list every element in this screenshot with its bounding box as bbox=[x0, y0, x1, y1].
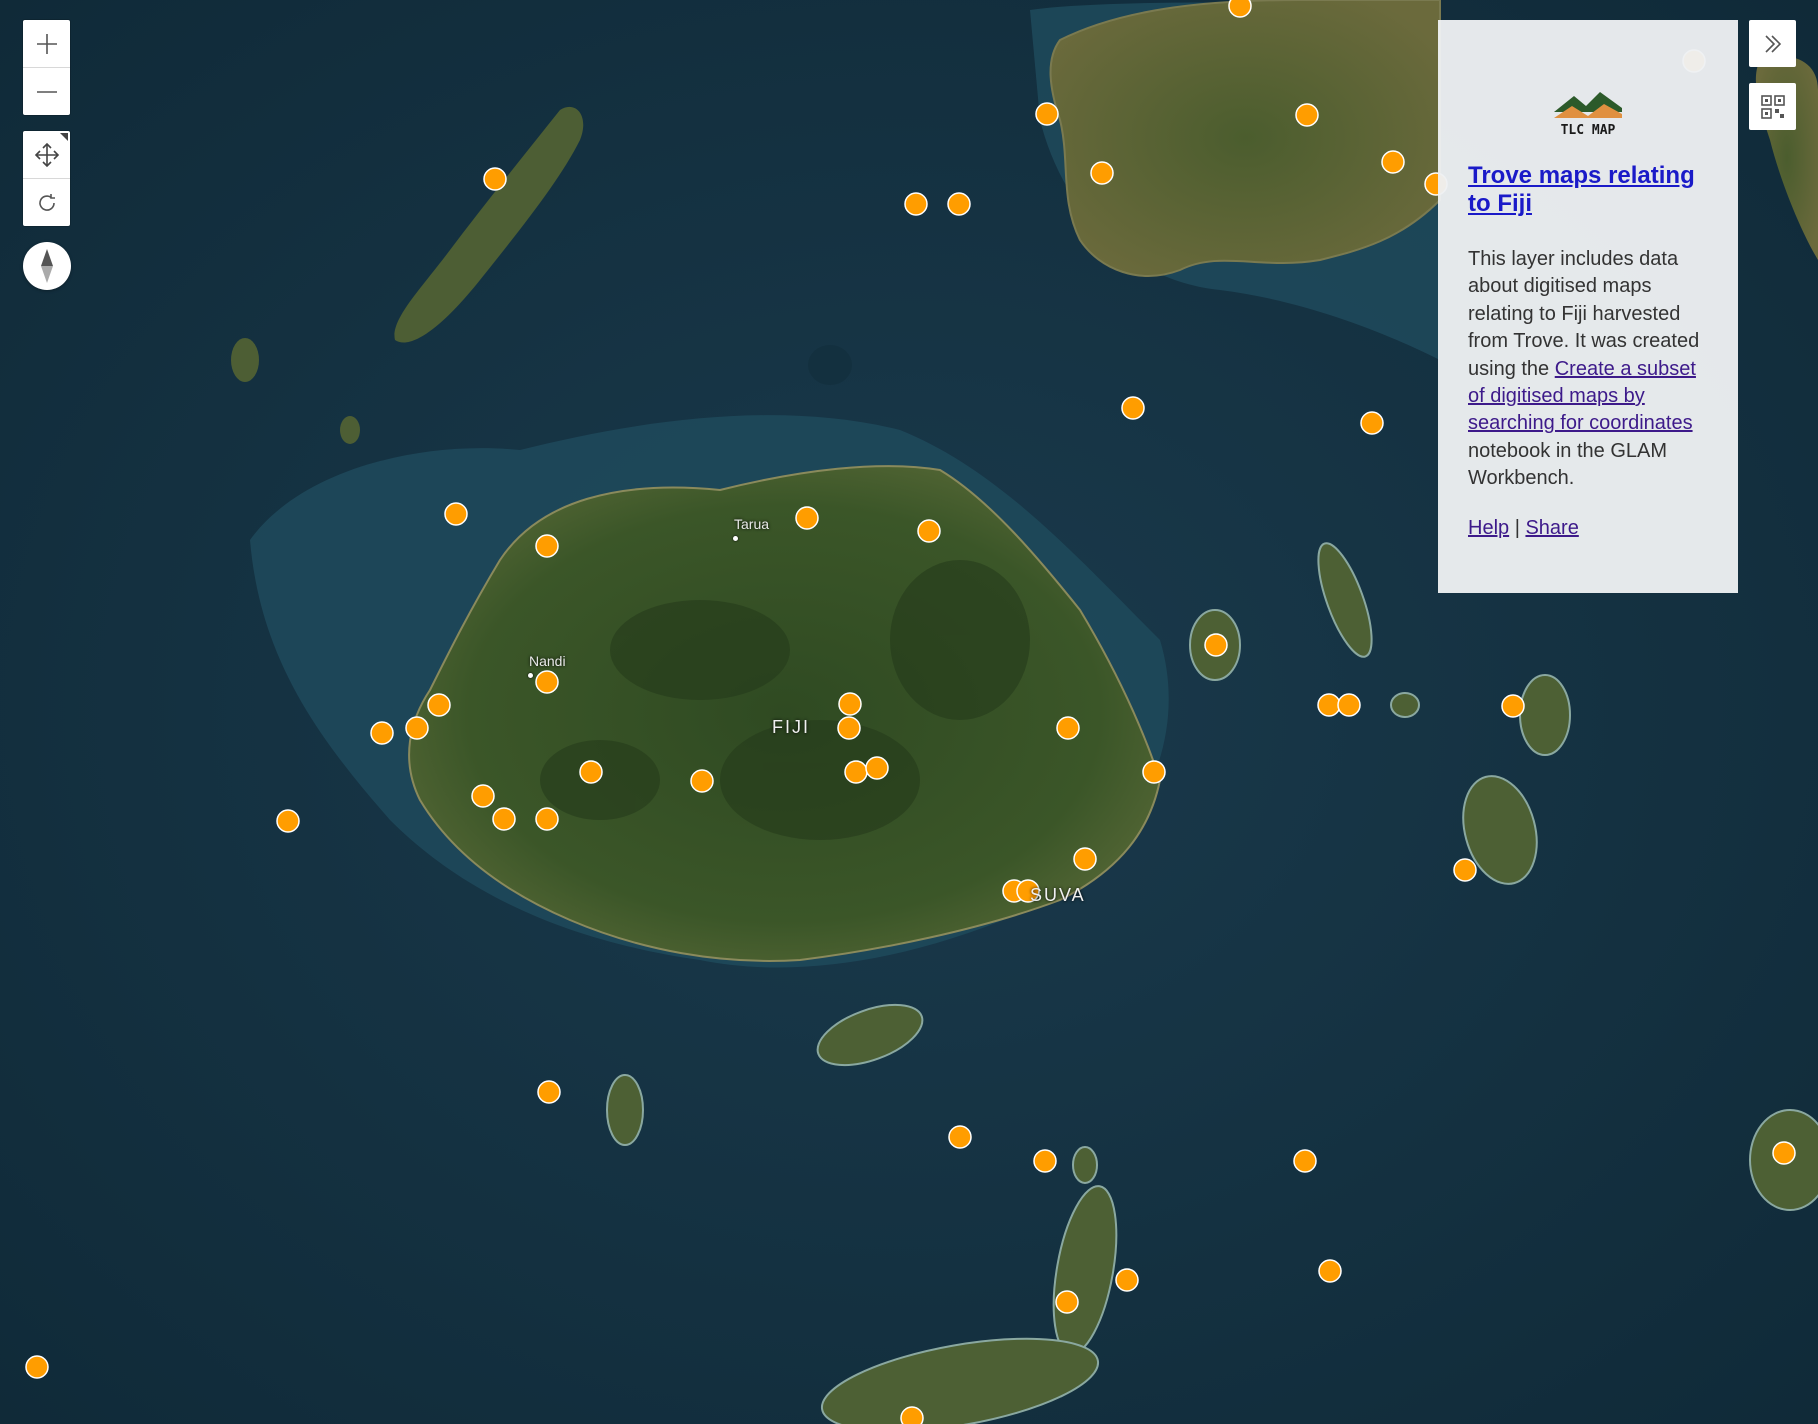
nandi-label: Nandi bbox=[529, 653, 566, 669]
map-marker[interactable] bbox=[492, 807, 516, 831]
tarua-dot bbox=[733, 536, 738, 541]
qr-code-button[interactable] bbox=[1749, 83, 1796, 130]
double-chevron-right-icon bbox=[1764, 34, 1781, 53]
map-marker[interactable] bbox=[1501, 694, 1525, 718]
compass-needle-icon bbox=[41, 249, 53, 283]
map-marker[interactable] bbox=[1453, 858, 1477, 882]
description-text-after: notebook in the GLAM Workbench. bbox=[1468, 439, 1668, 490]
map-marker[interactable] bbox=[1033, 1149, 1057, 1173]
map-marker[interactable] bbox=[1073, 847, 1097, 871]
map-marker[interactable] bbox=[900, 1406, 924, 1424]
map-marker[interactable] bbox=[1204, 633, 1228, 657]
map-marker[interactable] bbox=[917, 519, 941, 543]
svg-text:TLC MAP: TLC MAP bbox=[1561, 123, 1616, 138]
map-marker[interactable] bbox=[1121, 396, 1145, 420]
map-marker[interactable] bbox=[370, 721, 394, 745]
map-marker[interactable] bbox=[1293, 1149, 1317, 1173]
map-marker[interactable] bbox=[1035, 102, 1059, 126]
navigation-controls bbox=[23, 131, 70, 226]
map-marker[interactable] bbox=[535, 670, 559, 694]
map-marker[interactable] bbox=[444, 502, 468, 526]
map-marker[interactable] bbox=[838, 692, 862, 716]
panel-title: Trove maps relating to Fiji bbox=[1468, 162, 1708, 218]
map-marker[interactable] bbox=[690, 769, 714, 793]
share-link[interactable]: Share bbox=[1525, 517, 1578, 539]
qr-code-icon bbox=[1760, 94, 1785, 119]
map-marker[interactable] bbox=[1360, 411, 1384, 435]
map-marker[interactable] bbox=[865, 756, 889, 780]
link-separator: | bbox=[1509, 516, 1526, 539]
map-marker[interactable] bbox=[1381, 150, 1405, 174]
map-marker[interactable] bbox=[904, 192, 928, 216]
suva-label: SUVA bbox=[1030, 885, 1086, 905]
pan-button[interactable] bbox=[23, 131, 70, 178]
layer-title-link[interactable]: Trove maps relating to Fiji bbox=[1468, 162, 1695, 217]
map-marker[interactable] bbox=[1772, 1141, 1796, 1165]
compass-button[interactable] bbox=[23, 242, 71, 290]
fiji-label: FIJI bbox=[772, 717, 810, 737]
map-marker[interactable] bbox=[1337, 693, 1361, 717]
map-marker[interactable] bbox=[579, 760, 603, 784]
map-marker[interactable] bbox=[535, 807, 559, 831]
map-marker[interactable] bbox=[837, 716, 861, 740]
map-marker[interactable] bbox=[25, 1355, 49, 1379]
map-marker[interactable] bbox=[405, 716, 429, 740]
panel-links: Help | Share bbox=[1468, 517, 1708, 540]
tarua-label: Tarua bbox=[734, 516, 770, 532]
map-marker[interactable] bbox=[535, 534, 559, 558]
move-arrows-icon bbox=[34, 142, 59, 167]
layer-description: This layer includes data about digitised… bbox=[1468, 246, 1708, 493]
map-marker[interactable] bbox=[947, 192, 971, 216]
tlc-map-logo: TLC MAP bbox=[1468, 82, 1708, 140]
map-marker[interactable] bbox=[1295, 103, 1319, 127]
map-marker[interactable] bbox=[1318, 1259, 1342, 1283]
map-marker[interactable] bbox=[1115, 1268, 1139, 1292]
help-link[interactable]: Help bbox=[1468, 517, 1509, 539]
map-marker[interactable] bbox=[427, 693, 451, 717]
map-marker[interactable] bbox=[1317, 693, 1341, 717]
collapse-panel-button[interactable] bbox=[1749, 20, 1796, 67]
rotate-icon bbox=[38, 193, 55, 211]
map-marker[interactable] bbox=[1056, 716, 1080, 740]
zoom-out-button[interactable] bbox=[23, 67, 70, 115]
zoom-controls bbox=[23, 20, 70, 115]
map-marker[interactable] bbox=[1142, 760, 1166, 784]
map-marker[interactable] bbox=[1090, 161, 1114, 185]
minus-icon bbox=[36, 90, 57, 93]
vanua-levu-island bbox=[1049, 0, 1441, 277]
map-marker[interactable] bbox=[483, 167, 507, 191]
map-marker[interactable] bbox=[537, 1080, 561, 1104]
plus-icon bbox=[36, 33, 57, 54]
map-marker[interactable] bbox=[276, 809, 300, 833]
map-marker[interactable] bbox=[844, 760, 868, 784]
rotate-button[interactable] bbox=[23, 178, 70, 226]
map-marker[interactable] bbox=[1228, 0, 1252, 18]
map-marker[interactable] bbox=[948, 1125, 972, 1149]
nandi-dot bbox=[528, 673, 533, 678]
corner-triangle bbox=[60, 133, 68, 141]
zoom-in-button[interactable] bbox=[23, 20, 70, 67]
map-marker[interactable] bbox=[471, 784, 495, 808]
map-marker[interactable] bbox=[1055, 1290, 1079, 1314]
info-panel: TLC MAP Trove maps relating to Fiji This… bbox=[1438, 20, 1738, 593]
map-marker[interactable] bbox=[795, 506, 819, 530]
